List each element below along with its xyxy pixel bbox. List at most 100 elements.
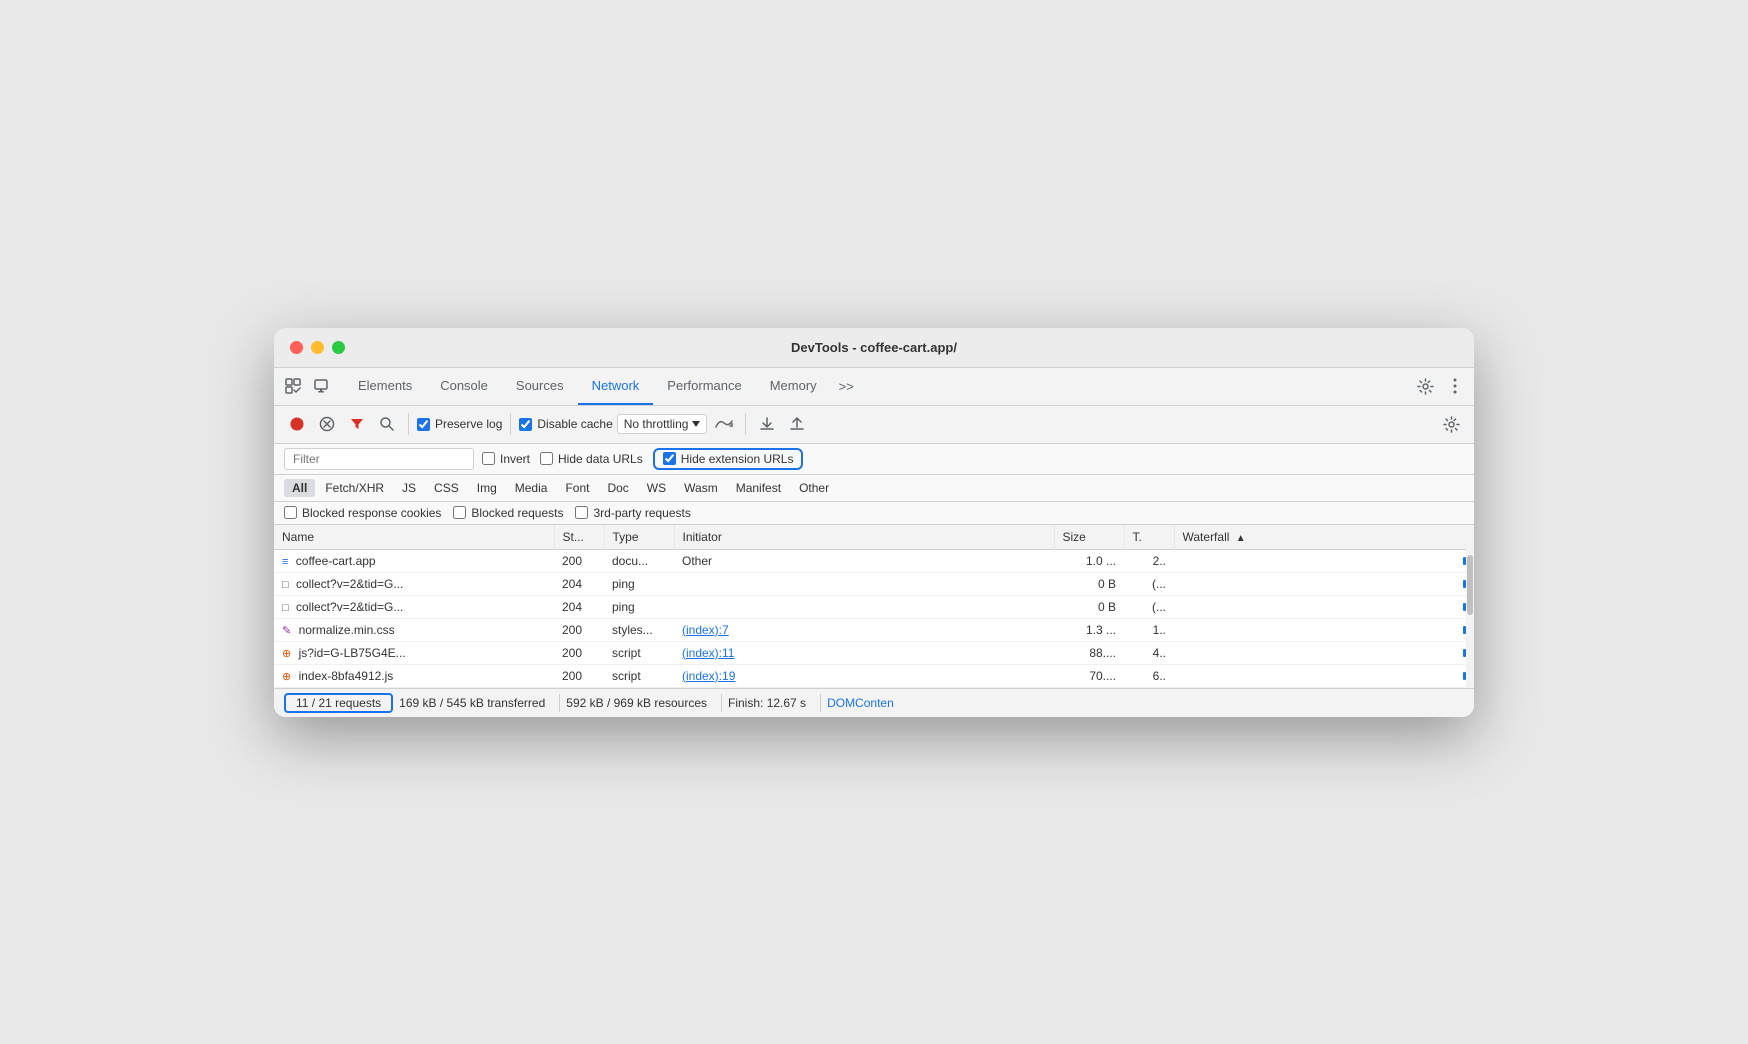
- table-header-row: Name St... Type Initiator Size: [274, 525, 1474, 550]
- import-icon[interactable]: [754, 411, 780, 437]
- sort-arrow-icon: ▲: [1236, 533, 1246, 544]
- disable-cache-checkbox[interactable]: [519, 418, 532, 431]
- col-header-time[interactable]: T.: [1124, 525, 1174, 550]
- type-btn-all[interactable]: All: [284, 479, 315, 497]
- tab-performance[interactable]: Performance: [653, 367, 755, 405]
- blocked-cookies-label[interactable]: Blocked response cookies: [284, 506, 441, 520]
- scrollbar-track[interactable]: [1466, 525, 1474, 688]
- col-header-initiator[interactable]: Initiator: [674, 525, 1054, 550]
- type-btn-ws[interactable]: WS: [639, 479, 674, 497]
- tab-elements[interactable]: Elements: [344, 367, 426, 405]
- row-size: 0 B: [1054, 572, 1124, 595]
- search-icon[interactable]: [374, 411, 400, 437]
- row-name: normalize.min.css: [299, 623, 395, 637]
- type-btn-css[interactable]: CSS: [426, 479, 467, 497]
- table-row[interactable]: ⊕ js?id=G-LB75G4E... 200 script (index):…: [274, 641, 1474, 664]
- col-header-waterfall[interactable]: Waterfall ▲: [1174, 525, 1474, 550]
- type-btn-js[interactable]: JS: [394, 479, 424, 497]
- throttle-select[interactable]: No throttling: [617, 414, 708, 434]
- network-settings-icon[interactable]: [1438, 411, 1464, 437]
- row-waterfall: [1174, 572, 1474, 595]
- hide-data-urls-checkbox[interactable]: [540, 452, 553, 465]
- type-filter-bar: All Fetch/XHR JS CSS Img Media Font Doc …: [274, 475, 1474, 502]
- cursor-icon[interactable]: [282, 375, 304, 397]
- row-status: 200: [554, 549, 604, 572]
- preserve-log-label[interactable]: Preserve log: [417, 417, 502, 431]
- scrollbar-thumb[interactable]: [1467, 555, 1473, 615]
- window-title: DevTools - coffee-cart.app/: [791, 340, 957, 355]
- blocked-cookies-checkbox[interactable]: [284, 506, 297, 519]
- type-btn-fetch-xhr[interactable]: Fetch/XHR: [317, 479, 392, 497]
- traffic-lights: [290, 341, 345, 354]
- type-btn-doc[interactable]: Doc: [599, 479, 636, 497]
- row-status: 200: [554, 664, 604, 687]
- filter-icon[interactable]: [344, 411, 370, 437]
- table-row[interactable]: □ collect?v=2&tid=G... 204 ping 0 B (...: [274, 572, 1474, 595]
- settings-icon[interactable]: [1414, 375, 1436, 397]
- file-icon: ≡: [282, 556, 288, 568]
- col-header-status[interactable]: St...: [554, 525, 604, 550]
- row-size: 1.0 ...: [1054, 549, 1124, 572]
- tab-bar-icons: [282, 375, 332, 397]
- file-icon: ⊕: [282, 670, 291, 683]
- row-initiator: [674, 595, 1054, 618]
- status-requests: 11 / 21 requests: [284, 693, 393, 713]
- export-icon[interactable]: [784, 411, 810, 437]
- row-size: 1.3 ...: [1054, 618, 1124, 641]
- status-finish: Finish: 12.67 s: [722, 694, 821, 712]
- tab-sources[interactable]: Sources: [502, 367, 578, 405]
- req-filter-bar: Blocked response cookies Blocked request…: [274, 502, 1474, 525]
- col-header-type[interactable]: Type: [604, 525, 674, 550]
- type-btn-img[interactable]: Img: [469, 479, 505, 497]
- tab-console[interactable]: Console: [426, 367, 502, 405]
- table-row[interactable]: ✎ normalize.min.css 200 styles... (index…: [274, 618, 1474, 641]
- table-row[interactable]: □ collect?v=2&tid=G... 204 ping 0 B (...: [274, 595, 1474, 618]
- status-domcontent: DOMConten: [821, 694, 908, 712]
- preserve-log-checkbox[interactable]: [417, 418, 430, 431]
- record-stop-icon[interactable]: [284, 411, 310, 437]
- tab-network[interactable]: Network: [578, 367, 654, 405]
- initiator-link[interactable]: (index):11: [682, 646, 734, 660]
- blocked-requests-checkbox[interactable]: [453, 506, 466, 519]
- inspect-icon[interactable]: [310, 375, 332, 397]
- type-btn-other[interactable]: Other: [791, 479, 837, 497]
- row-time: (...: [1124, 572, 1174, 595]
- disable-cache-label[interactable]: Disable cache: [519, 417, 612, 431]
- type-btn-manifest[interactable]: Manifest: [728, 479, 789, 497]
- filter-input[interactable]: [284, 448, 474, 470]
- initiator-link[interactable]: (index):7: [682, 623, 729, 637]
- hide-extension-urls-checkbox[interactable]: [663, 452, 676, 465]
- network-table-container[interactable]: Name St... Type Initiator Size: [274, 525, 1474, 688]
- row-waterfall: [1174, 595, 1474, 618]
- devtools-window: DevTools - coffee-cart.app/: [274, 328, 1474, 717]
- type-btn-wasm[interactable]: Wasm: [676, 479, 726, 497]
- table-row[interactable]: ≡ coffee-cart.app 200 docu... Other 1.0 …: [274, 549, 1474, 572]
- col-header-name[interactable]: Name: [274, 525, 554, 550]
- type-btn-font[interactable]: Font: [557, 479, 597, 497]
- tab-more[interactable]: >>: [831, 379, 862, 394]
- row-name: collect?v=2&tid=G...: [296, 577, 403, 591]
- hide-data-urls-label[interactable]: Hide data URLs: [540, 452, 643, 466]
- table-row[interactable]: ⊕ index-8bfa4912.js 200 script (index):1…: [274, 664, 1474, 687]
- tab-memory[interactable]: Memory: [756, 367, 831, 405]
- separator-2: [510, 413, 511, 435]
- maximize-button[interactable]: [332, 341, 345, 354]
- third-party-checkbox[interactable]: [575, 506, 588, 519]
- third-party-label[interactable]: 3rd-party requests: [575, 506, 690, 520]
- initiator-link[interactable]: (index):19: [682, 669, 735, 683]
- invert-label[interactable]: Invert: [482, 452, 530, 466]
- row-status: 200: [554, 618, 604, 641]
- row-time: 6..: [1124, 664, 1174, 687]
- close-button[interactable]: [290, 341, 303, 354]
- row-time: 1..: [1124, 618, 1174, 641]
- col-header-size[interactable]: Size: [1054, 525, 1124, 550]
- blocked-requests-label[interactable]: Blocked requests: [453, 506, 563, 520]
- clear-icon[interactable]: [314, 411, 340, 437]
- row-name: coffee-cart.app: [296, 554, 376, 568]
- more-options-icon[interactable]: [1444, 375, 1466, 397]
- invert-checkbox[interactable]: [482, 452, 495, 465]
- network-conditions-icon[interactable]: [711, 411, 737, 437]
- minimize-button[interactable]: [311, 341, 324, 354]
- type-btn-media[interactable]: Media: [507, 479, 556, 497]
- hide-extension-urls-label[interactable]: Hide extension URLs: [663, 452, 794, 466]
